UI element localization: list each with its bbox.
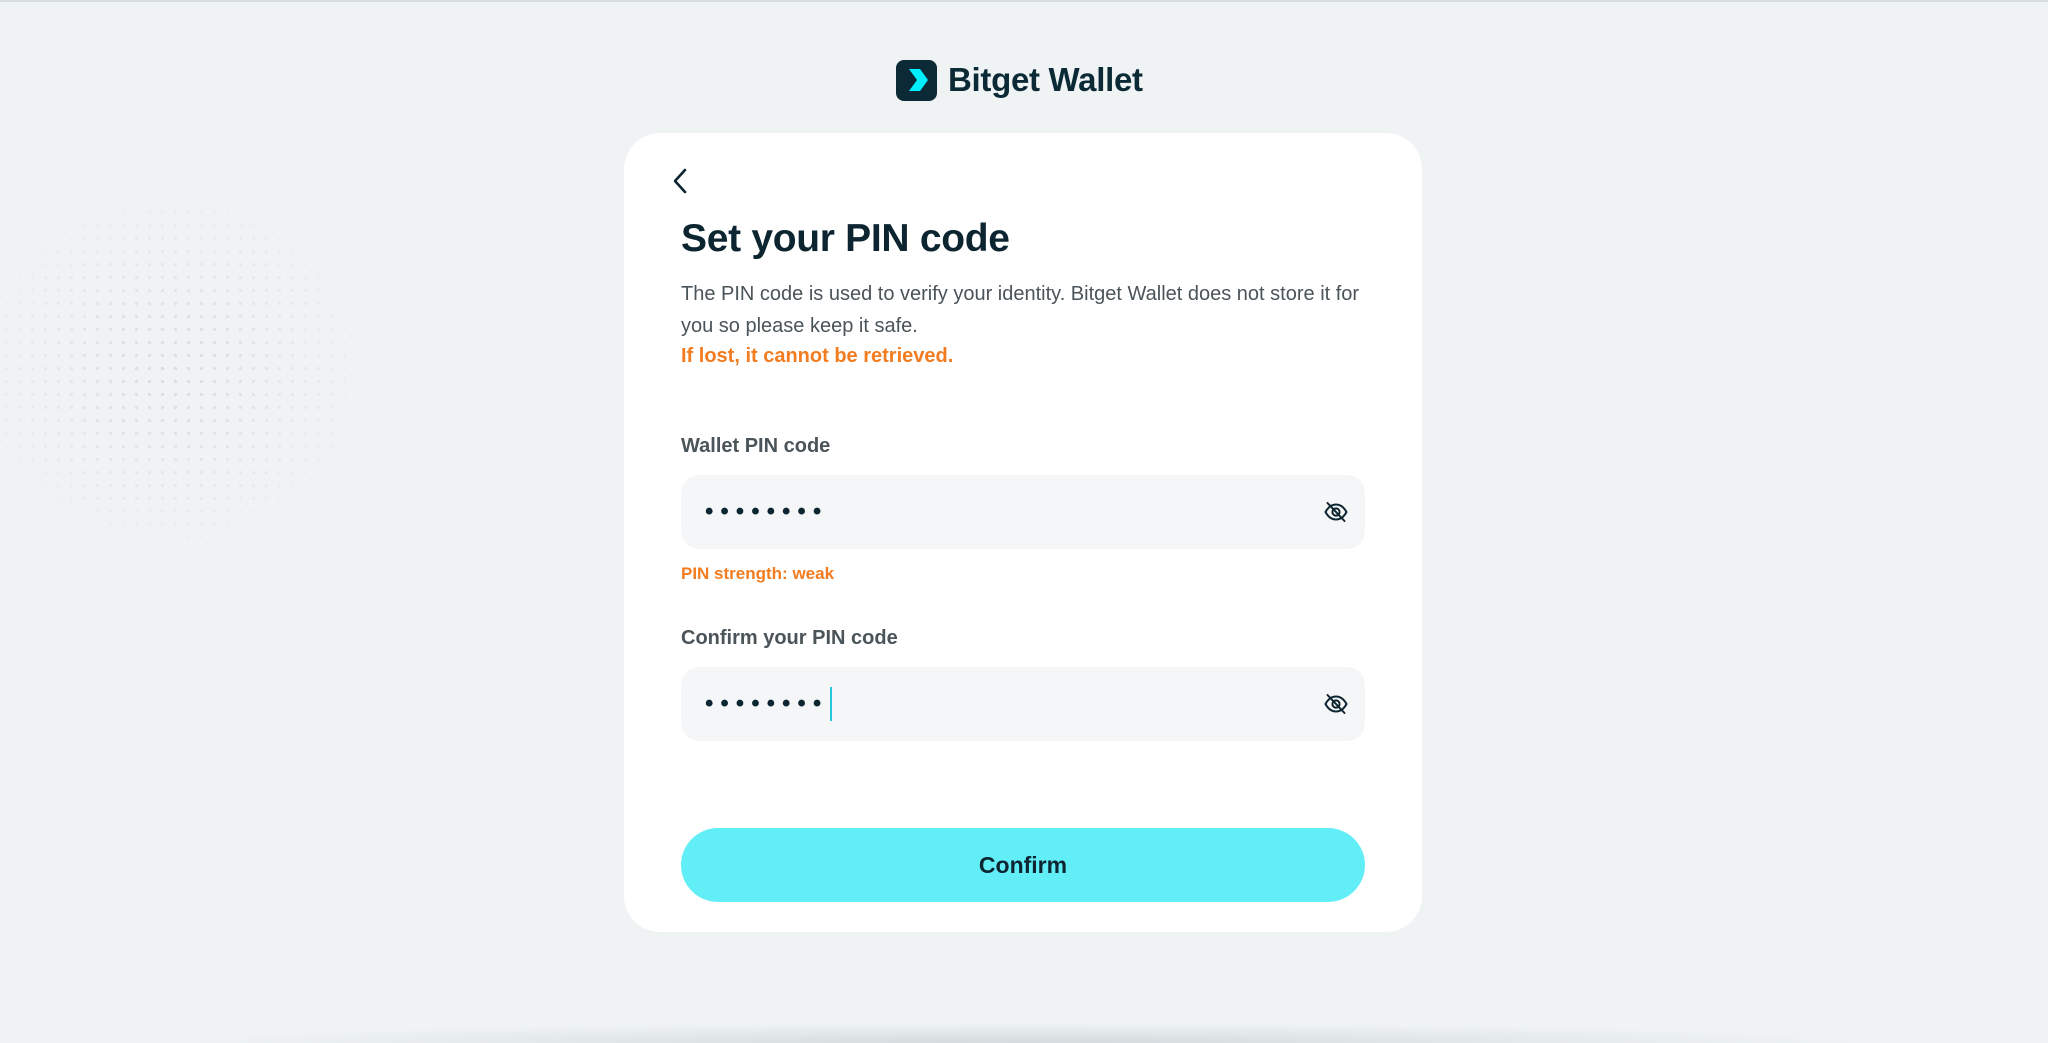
pin-setup-card: Set your PIN code The PIN code is used t… — [624, 133, 1422, 932]
brand-header: Bitget Wallet — [896, 58, 1143, 102]
wallet-pin-input[interactable]: •••••••• — [681, 475, 1365, 549]
pin-description: The PIN code is used to verify your iden… — [681, 283, 1360, 337]
confirm-pin-label: Confirm your PIN code — [681, 627, 898, 649]
eye-off-icon — [1324, 502, 1348, 522]
eye-off-icon — [1324, 694, 1348, 714]
confirm-pin-value: •••••••• — [705, 690, 829, 717]
toggle-pin-visibility-button[interactable] — [1321, 497, 1351, 527]
confirm-button[interactable]: Confirm — [681, 828, 1365, 902]
confirm-pin-input[interactable]: •••••••• — [681, 667, 1365, 741]
brand-name: Bitget Wallet — [948, 61, 1143, 98]
pin-strength-indicator: PIN strength: weak — [681, 564, 835, 583]
decorative-dot-pattern — [0, 180, 380, 560]
top-border — [0, 0, 2048, 2]
toggle-confirm-pin-visibility-button[interactable] — [1321, 689, 1351, 719]
bitget-logo-icon — [896, 59, 937, 101]
pin-warning: If lost, it cannot be retrieved. — [681, 345, 954, 367]
page-title: Set your PIN code — [681, 217, 1010, 260]
text-cursor — [830, 687, 833, 721]
chevron-left-icon — [673, 168, 687, 194]
bottom-shadow — [180, 1023, 1868, 1043]
back-button[interactable] — [660, 161, 700, 201]
wallet-pin-label: Wallet PIN code — [681, 435, 831, 457]
wallet-pin-value: •••••••• — [705, 498, 829, 525]
